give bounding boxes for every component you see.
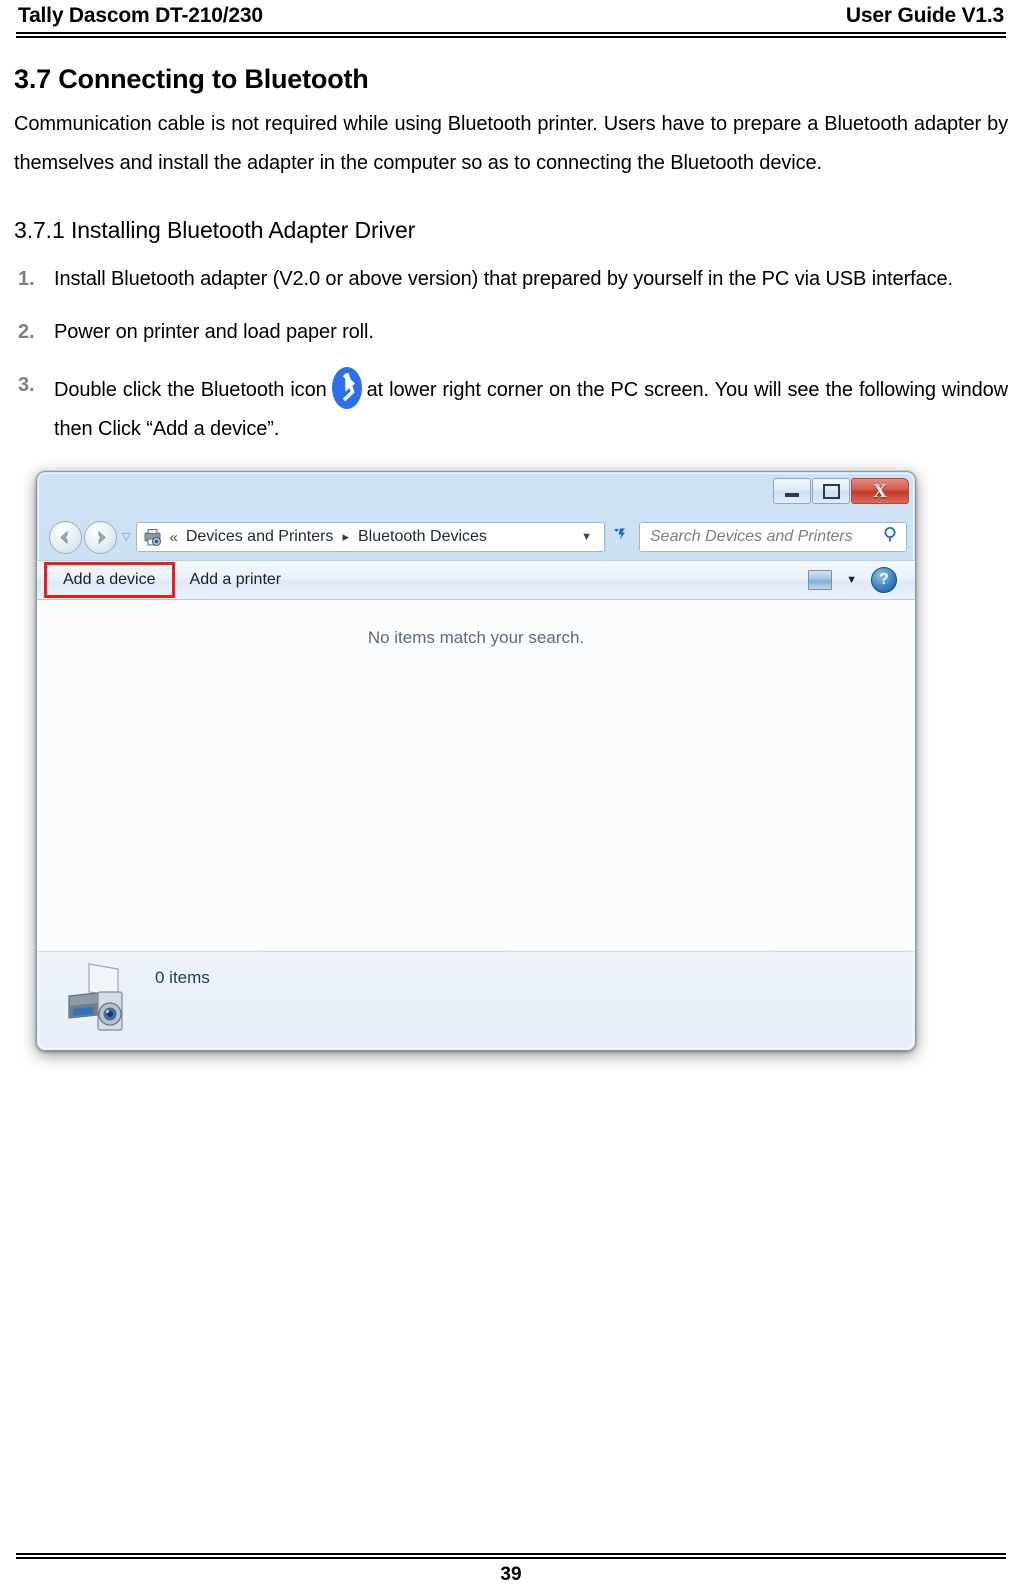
list-item-text-before-icon: Double click the Bluetooth icon [54,379,327,401]
list-item: 3. Double click the Bluetooth icon at low… [14,366,1008,449]
address-bar[interactable]: « Devices and Printers ▸ Bluetooth Devic… [136,522,605,552]
subsection-title: 3.7.1 Installing Bluetooth Adapter Drive… [14,217,416,243]
printer-scanner-icon [63,962,141,1034]
page-number: 39 [500,1564,522,1585]
refresh-button[interactable] [605,522,633,552]
add-a-device-button[interactable]: Add a device [44,562,175,598]
section-title: 3.7 Connecting to Bluetooth [14,64,369,94]
refresh-icon [611,526,628,548]
close-icon: X [873,480,887,502]
history-dropdown-icon[interactable]: ▽ [122,531,130,543]
status-items-count: 0 items [155,968,210,987]
list-item-text: Install Bluetooth adapter (V2.0 or above… [54,268,953,290]
running-footer: 39 [14,1553,1008,1586]
steps-list: 1. Install Bluetooth adapter (V2.0 or ab… [14,260,1008,449]
explorer-window-screenshot: X ▽ « Devices and Printers ▸ Bluetooth D… [36,471,936,1071]
forward-button[interactable] [84,520,117,554]
window-controls: X [772,478,909,504]
breadcrumb-item-bluetooth-devices[interactable]: Bluetooth Devices [358,528,487,546]
devices-and-printers-icon [143,528,163,547]
list-item-text: Power on printer and load paper roll. [54,321,374,343]
forward-arrow-icon [91,528,110,547]
maximize-button[interactable] [812,478,850,504]
minimize-button[interactable] [773,478,811,504]
back-arrow-icon [56,528,75,547]
window-content-pane: No items match your search. [37,600,915,952]
view-options-icon[interactable] [808,570,833,590]
nav-arrows-group: ▽ [49,520,136,554]
search-icon[interactable] [883,526,900,548]
list-item: 1. Install Bluetooth adapter (V2.0 or ab… [14,260,1008,299]
list-marker: 1. [18,268,35,290]
breadcrumb-item-devices-and-printers[interactable]: Devices and Printers [186,528,334,546]
window-command-bar: Add a device Add a printer ▼ ? [37,560,915,600]
command-bar-right-group: ▼ ? [808,567,907,593]
maximize-icon [822,483,840,499]
help-button[interactable]: ? [871,567,897,593]
minimize-icon [785,493,799,497]
window-navigation-bar: ▽ « Devices and Printers ▸ Bluetooth Dev… [37,514,915,560]
section-intro-paragraph: Communication cable is not required whil… [14,113,1008,174]
header-guide-version: User Guide V1.3 [845,4,1004,27]
explorer-window: X ▽ « Devices and Printers ▸ Bluetooth D… [36,471,916,1051]
list-item: 2. Power on printer and load paper roll. [14,313,1008,352]
list-marker: 3. [18,374,35,396]
list-marker: 2. [18,321,35,343]
breadcrumb-overflow-icon[interactable]: « [169,529,177,546]
window-title-bar: X [37,472,915,514]
search-input[interactable]: Search Devices and Printers [639,522,907,552]
breadcrumb: « Devices and Printers ▸ Bluetooth Devic… [169,528,573,546]
window-status-bar: 0 items [37,952,915,1050]
address-dropdown-icon[interactable]: ▼ [573,531,600,543]
header-product-name: Tally Dascom DT-210/230 [18,4,263,27]
empty-state-message: No items match your search. [367,628,585,647]
close-button[interactable]: X [851,478,909,504]
document-page: Tally Dascom DT-210/230 User Guide V1.3 … [0,0,1022,1594]
search-placeholder: Search Devices and Printers [650,528,853,545]
breadcrumb-separator-icon: ▸ [342,529,349,544]
back-button[interactable] [49,520,82,554]
header-rule [16,32,1006,38]
footer-rule [16,1553,1006,1559]
add-a-printer-button[interactable]: Add a printer [178,566,294,594]
view-options-caret-icon[interactable]: ▼ [846,574,857,586]
bluetooth-icon [331,366,363,410]
running-header: Tally Dascom DT-210/230 User Guide V1.3 [14,0,1008,30]
